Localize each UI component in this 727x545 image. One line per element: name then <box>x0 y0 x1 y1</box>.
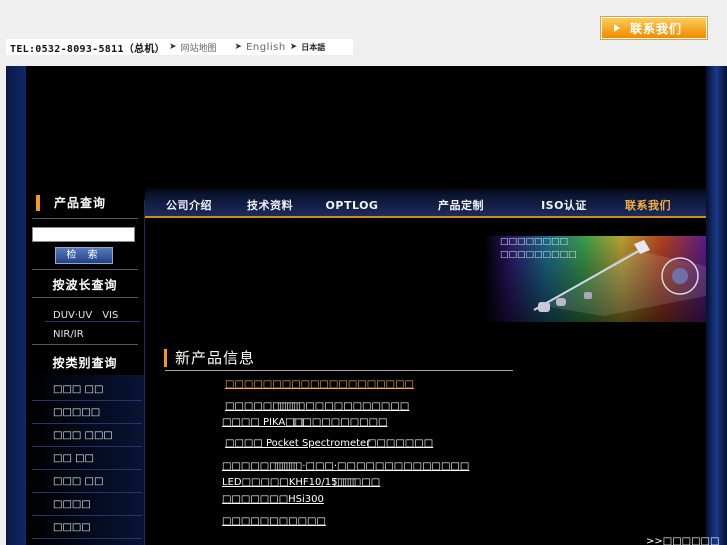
category-item[interactable]: □□□□ <box>32 516 142 539</box>
play-arrow-icon <box>614 24 620 32</box>
new-product-link[interactable]: □□□□□□□□□□□ <box>222 516 326 527</box>
frame-right-border <box>706 66 727 545</box>
category-item[interactable]: □□□ □□□ <box>32 424 142 447</box>
page: 联系我们 TEL:0532-8093-5811（总机） ➤ 网站地图 ➤ Eng… <box>0 0 727 545</box>
divider <box>32 218 138 219</box>
chevron-right-icon: ➤ <box>168 42 177 52</box>
category-item[interactable]: □□□ □□ <box>32 378 142 401</box>
by-wavelength-heading: 按波长查询 <box>52 278 118 292</box>
new-product-link[interactable]: □□□□□□□□□□□□□□□□□□□□ <box>225 379 414 390</box>
product-search-title: 产品查询 <box>54 196 107 210</box>
nav-company[interactable]: 公司介绍 <box>145 197 233 213</box>
new-products-title: 新产品信息 <box>175 349 256 367</box>
category-list: □□□ □□ □□□□□ □□□ □□□ □□ □□ □□□ □□ □□□□ □… <box>32 378 142 539</box>
banner-text: □□□□□□□□ □□□□□□□□□ <box>500 237 577 260</box>
main-nav: 公司介绍 技术资料 OPTLOG 产品定制 ISO认证 联系我们 <box>145 194 706 218</box>
nav-custom[interactable]: 产品定制 <box>397 197 525 213</box>
nav-optlog[interactable]: OPTLOG <box>307 199 397 212</box>
new-products-rule <box>165 370 513 371</box>
new-products-heading: 新产品信息 <box>164 347 255 368</box>
banner-line: □□□□□□□□□ <box>500 250 577 260</box>
category-item[interactable]: □□□□ <box>32 493 142 516</box>
divider <box>32 344 138 345</box>
divider <box>32 269 138 270</box>
nav-contact[interactable]: 联系我们 <box>603 197 693 213</box>
new-product-link[interactable]: □□□□□□□□□□□□□□ <box>277 401 409 412</box>
japanese-link[interactable]: 日本語 <box>301 42 325 53</box>
contact-us-top-button[interactable]: 联系我们 <box>601 17 707 39</box>
search-button[interactable]: 检 索 <box>55 247 113 264</box>
heading-accent-bar <box>164 348 167 367</box>
new-product-link[interactable]: □□□□□ <box>333 477 380 488</box>
new-product-link[interactable]: □□□□□□□HSi300 <box>222 494 324 505</box>
new-product-link[interactable]: □□□□ Pocket Spectrometer <box>225 438 370 449</box>
new-product-link[interactable]: □□□·□□□·□□□□□□□□□□□□□□ <box>274 461 469 472</box>
chevron-right-icon: ➤ <box>234 42 243 52</box>
chevron-right-icon: ➤ <box>289 42 298 52</box>
new-product-link[interactable]: □□□□□□□□□□ <box>293 417 387 428</box>
sitemap-link[interactable]: 网站地图 <box>181 41 217 54</box>
category-item[interactable]: □□□ □□ <box>32 470 142 493</box>
category-item[interactable]: □□□□□ <box>32 401 142 424</box>
divider <box>32 297 138 298</box>
banner-line: □□□□□□□□ <box>500 237 569 247</box>
top-bar: 联系我们 TEL:0532-8093-5811（总机） ➤ 网站地图 ➤ Eng… <box>0 0 727 66</box>
more-link[interactable]: >>□□□□□□ <box>646 536 719 545</box>
divider <box>45 321 140 322</box>
new-product-link[interactable]: □□□□ PIKA□□ <box>222 417 304 428</box>
english-link[interactable]: English <box>246 42 286 53</box>
tel-bar: TEL:0532-8093-5811（总机） ➤ 网站地图 ➤ English … <box>6 39 353 55</box>
wavelength-item-duv-uv-vis[interactable]: DUV·UV VIS <box>53 306 118 321</box>
category-item[interactable]: □□ □□ <box>32 447 142 470</box>
product-search-heading: 产品查询 <box>36 194 106 211</box>
contact-us-top-label: 联系我们 <box>630 21 683 36</box>
sidebar-divider <box>144 200 145 545</box>
nav-iso[interactable]: ISO认证 <box>525 197 603 213</box>
new-product-link[interactable]: □□□□□□□ <box>367 438 433 449</box>
wavelength-item-nir-ir[interactable]: NIR/IR <box>53 329 84 340</box>
heading-accent-bar <box>36 194 40 211</box>
nav-technical[interactable]: 技术资料 <box>233 197 307 213</box>
telephone-number: TEL:0532-8093-5811（总机） <box>10 43 165 55</box>
by-category-heading: 按类别查询 <box>52 356 118 370</box>
product-search-input[interactable] <box>32 227 135 242</box>
